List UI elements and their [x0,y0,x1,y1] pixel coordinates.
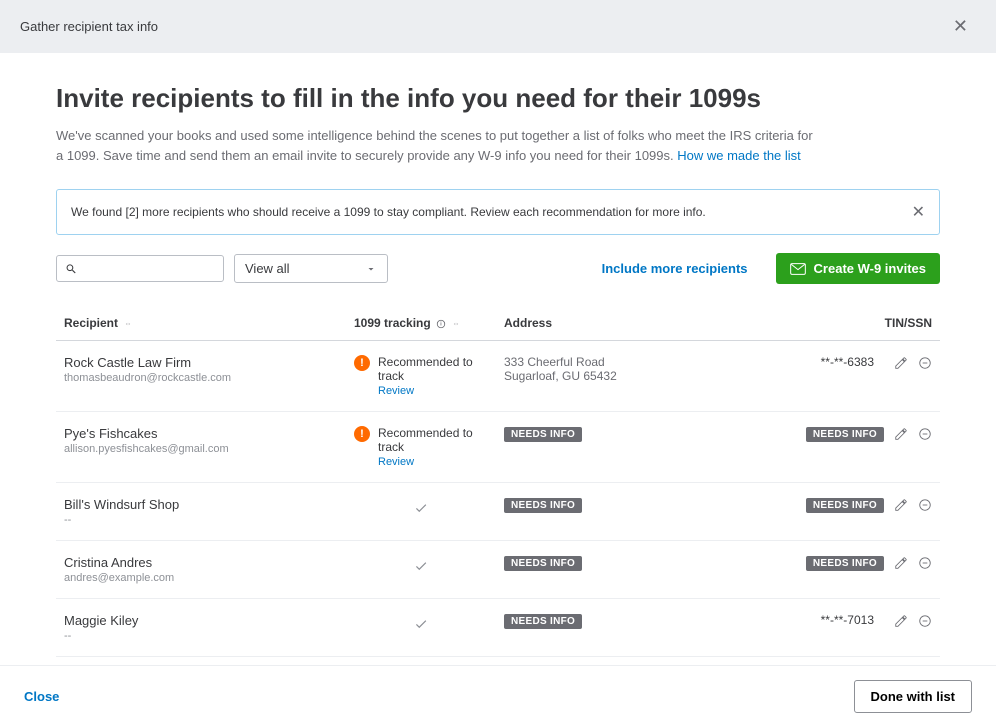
table-row: Cristina Andres andres@example.com NEEDS I… [56,541,940,599]
col-tracking[interactable]: 1099 tracking i [346,306,496,341]
col-tin: TIN/SSN [716,306,940,341]
recipient-sub: allison.pyesfishcakes@gmail.com [64,443,338,455]
remove-icon[interactable] [918,427,932,441]
view-filter-label: View all [245,261,290,276]
edit-icon[interactable] [894,498,908,512]
col-recipient[interactable]: Recipient [56,306,346,341]
recipient-sub: -- [64,514,338,526]
include-more-recipients-link[interactable]: Include more recipients [602,261,748,276]
remove-icon[interactable] [918,356,932,370]
tracking-cell: ! Recommended to track Review [354,426,488,468]
col-address: Address [496,306,716,341]
done-with-list-button[interactable]: Done with list [854,680,973,713]
tracking-cell: ! Recommended to track Review [354,355,488,397]
modal-footer: Close Done with list [0,665,996,727]
view-filter-select[interactable]: View all [234,254,388,283]
tracking-cell [354,613,488,634]
tracking-status: Recommended to track [378,426,488,454]
needs-info-badge: NEEDS INFO [504,614,582,629]
address-line2: Sugarloaf, GU 65432 [504,369,708,383]
address-line1: 333 Cheerful Road [504,355,708,369]
recipient-name: Pye's Fishcakes [64,426,338,441]
banner-text: We found [2] more recipients who should … [71,205,706,219]
recipient-sub: andres@example.com [64,572,338,584]
check-icon [414,617,428,631]
edit-icon[interactable] [894,427,908,441]
svg-text:i: i [440,321,442,327]
tracking-cell [354,555,488,576]
table-row: Sweeney Tailoring and Alterationsphilip.… [56,657,940,666]
check-icon [414,501,428,515]
sort-icon [123,319,133,329]
modal-content: Invite recipients to fill in the info yo… [0,53,996,665]
recipient-name: Cristina Andres [64,555,338,570]
create-button-label: Create W-9 invites [814,261,926,276]
tin-value: **-**-7013 [812,613,874,627]
table-row: Maggie Kiley -- NEEDS INFO **-**-7013 [56,599,940,657]
warning-icon: ! [354,426,370,442]
warning-icon: ! [354,355,370,371]
footer-close-button[interactable]: Close [24,689,59,704]
search-icon [65,262,77,276]
page-heading: Invite recipients to fill in the info yo… [56,83,940,114]
mail-icon [790,263,806,275]
search-input-wrapper[interactable] [56,255,224,282]
create-w9-invites-button[interactable]: Create W-9 invites [776,253,940,284]
tin-value: **-**-6383 [812,355,874,369]
recipient-sub: -- [64,630,338,642]
needs-info-badge: NEEDS INFO [806,556,884,571]
review-link[interactable]: Review [378,385,488,397]
check-icon [414,559,428,573]
table-row: Pye's Fishcakes allison.pyesfishcakes@gma… [56,412,940,483]
sort-icon [451,319,461,329]
needs-info-badge: NEEDS INFO [806,498,884,513]
table-row: Rock Castle Law Firm thomasbeaudron@rockc… [56,341,940,412]
modal-title: Gather recipient tax info [20,19,158,34]
remove-icon[interactable] [918,498,932,512]
remove-icon[interactable] [918,614,932,628]
chevron-down-icon [365,263,377,275]
info-icon: i [436,319,446,329]
recipients-table: Recipient 1099 tracking i Address TIN/SS… [56,306,940,665]
edit-icon[interactable] [894,356,908,370]
edit-icon[interactable] [894,556,908,570]
review-link[interactable]: Review [378,456,488,468]
how-we-made-list-link[interactable]: How we made the list [677,148,801,163]
edit-icon[interactable] [894,614,908,628]
close-icon[interactable]: ✕ [945,12,976,41]
recipient-sub: thomasbeaudron@rockcastle.com [64,372,338,384]
page-description: We've scanned your books and used some i… [56,126,816,165]
banner-close-icon[interactable]: ✕ [912,202,925,222]
needs-info-badge: NEEDS INFO [806,427,884,442]
search-input[interactable] [81,261,215,276]
recipient-name: Maggie Kiley [64,613,338,628]
tracking-status: Recommended to track [378,355,488,383]
needs-info-badge: NEEDS INFO [504,556,582,571]
needs-info-badge: NEEDS INFO [504,427,582,442]
table-row: Bill's Windsurf Shop -- NEEDS INFO NEEDS IN… [56,483,940,541]
recipient-name: Bill's Windsurf Shop [64,497,338,512]
needs-info-badge: NEEDS INFO [504,498,582,513]
recipient-name: Rock Castle Law Firm [64,355,338,370]
remove-icon[interactable] [918,556,932,570]
modal-header: Gather recipient tax info ✕ [0,0,996,53]
tracking-cell [354,497,488,518]
info-banner: We found [2] more recipients who should … [56,189,940,235]
controls-row: View all Include more recipients Create … [56,253,940,284]
